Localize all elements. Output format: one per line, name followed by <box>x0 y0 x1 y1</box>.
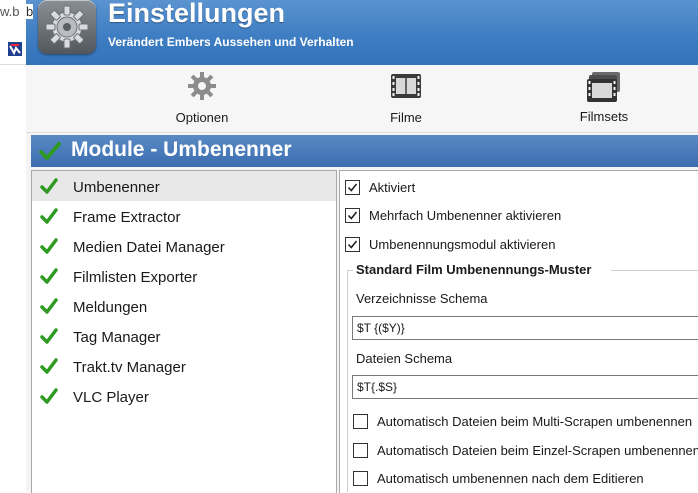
auto-rename-after-edit-label: Automatisch umbenennen nach dem Editiere… <box>377 471 644 486</box>
enabled-checkbox-label: Aktiviert <box>369 180 416 195</box>
checkmark-icon <box>40 268 58 284</box>
settings-toolbar: Optionen Filme Filmsets <box>26 65 698 133</box>
multi-renamer-checkbox-label: Mehrfach Umbenenner aktivieren <box>369 208 562 223</box>
section-title: Module - Umbenenner <box>71 138 292 161</box>
module-item-tag-manager[interactable]: Tag Manager <box>32 321 336 351</box>
window-subtitle: Verändert Embers Aussehen und Verhalten <box>108 35 354 49</box>
enabled-checkbox[interactable] <box>345 180 360 195</box>
module-item-label: Meldungen <box>73 299 148 316</box>
checkbox-check-icon <box>347 183 358 192</box>
section-title-bar: Module - Umbenenner <box>31 135 698 167</box>
groupbox-border-top-right <box>611 270 698 271</box>
background-favicon-icon <box>8 42 22 56</box>
auto-rename-multi-scrape-label: Automatisch Dateien beim Multi-Scrapen u… <box>377 414 693 429</box>
module-item-frame-extractor[interactable]: Frame Extractor <box>32 201 336 231</box>
file-schema-label: Dateien Schema <box>356 351 453 366</box>
module-item-vlc-player[interactable]: VLC Player <box>32 381 336 411</box>
auto-rename-single-scrape-checkbox[interactable] <box>353 443 368 458</box>
checkmark-icon <box>40 388 58 404</box>
background-url-fragment: w.b <box>0 4 20 19</box>
window-title: Einstellungen <box>108 0 286 28</box>
toolbar-moviesets-label: Filmsets <box>579 109 629 124</box>
file-schema-input[interactable] <box>352 375 698 399</box>
gear-app-icon <box>38 0 96 54</box>
module-item-label: Tag Manager <box>73 329 161 346</box>
toolbar-movies-button[interactable]: Filme <box>356 71 456 129</box>
toolbar-moviesets-button[interactable]: Filmsets <box>554 71 654 129</box>
toolbar-options-button[interactable]: Optionen <box>152 71 252 129</box>
toolbar-options-label: Optionen <box>175 110 229 125</box>
groupbox-border-left <box>347 270 348 492</box>
checkbox-check-icon <box>347 240 358 249</box>
movie-pattern-group-title: Standard Film Umbenennungs-Muster <box>356 262 592 277</box>
gear-icon <box>188 72 216 100</box>
rename-module-checkbox-label: Umbenennungsmodul aktivieren <box>369 237 556 252</box>
folder-schema-input[interactable] <box>352 316 698 340</box>
window-header: Einstellungen Verändert Embers Aussehen … <box>26 0 698 65</box>
rename-module-checkbox[interactable] <box>345 237 360 252</box>
module-item-label: VLC Player <box>73 389 149 406</box>
module-item-umbenenner[interactable]: Umbenenner <box>32 171 336 201</box>
module-item-label: Trakt.tv Manager <box>73 359 186 376</box>
checkmark-icon <box>40 238 58 254</box>
filmsets-icon <box>587 72 620 102</box>
settings-window: Einstellungen Verändert Embers Aussehen … <box>26 0 698 493</box>
checkmark-icon <box>40 328 58 344</box>
module-list: Umbenenner Frame Extractor Medien Datei … <box>31 170 337 493</box>
module-item-label: Frame Extractor <box>73 209 181 226</box>
checkmark-icon <box>40 208 58 224</box>
folder-schema-label: Verzeichnisse Schema <box>356 291 488 306</box>
checkmark-icon <box>40 298 58 314</box>
module-item-label: Medien Datei Manager <box>73 239 225 256</box>
background-browser-strip: w.b <box>0 0 27 492</box>
background-divider <box>0 64 26 65</box>
module-item-label: Filmlisten Exporter <box>73 269 198 286</box>
module-item-media-file-manager[interactable]: Medien Datei Manager <box>32 231 336 261</box>
multi-renamer-checkbox[interactable] <box>345 208 360 223</box>
auto-rename-multi-scrape-checkbox[interactable] <box>353 414 368 429</box>
gear-icon <box>45 5 89 49</box>
auto-rename-after-edit-checkbox[interactable] <box>353 471 368 486</box>
module-settings-pane: Aktiviert Mehrfach Umbenenner aktivieren… <box>339 170 698 493</box>
auto-rename-single-scrape-label: Automatisch Dateien beim Einzel-Scrapen … <box>377 443 698 458</box>
module-item-label: Umbenenner <box>73 179 160 196</box>
module-item-notifications[interactable]: Meldungen <box>32 291 336 321</box>
module-item-movielist-exporter[interactable]: Filmlisten Exporter <box>32 261 336 291</box>
film-icon <box>391 74 421 98</box>
background-url-tail: b <box>26 4 34 19</box>
toolbar-movies-label: Filme <box>390 110 422 125</box>
background-url-text: w.b <box>0 4 20 19</box>
checkmark-icon <box>39 142 61 160</box>
checkmark-icon <box>40 178 58 194</box>
checkmark-icon <box>40 358 58 374</box>
module-item-trakt-manager[interactable]: Trakt.tv Manager <box>32 351 336 381</box>
checkbox-check-icon <box>347 211 358 220</box>
